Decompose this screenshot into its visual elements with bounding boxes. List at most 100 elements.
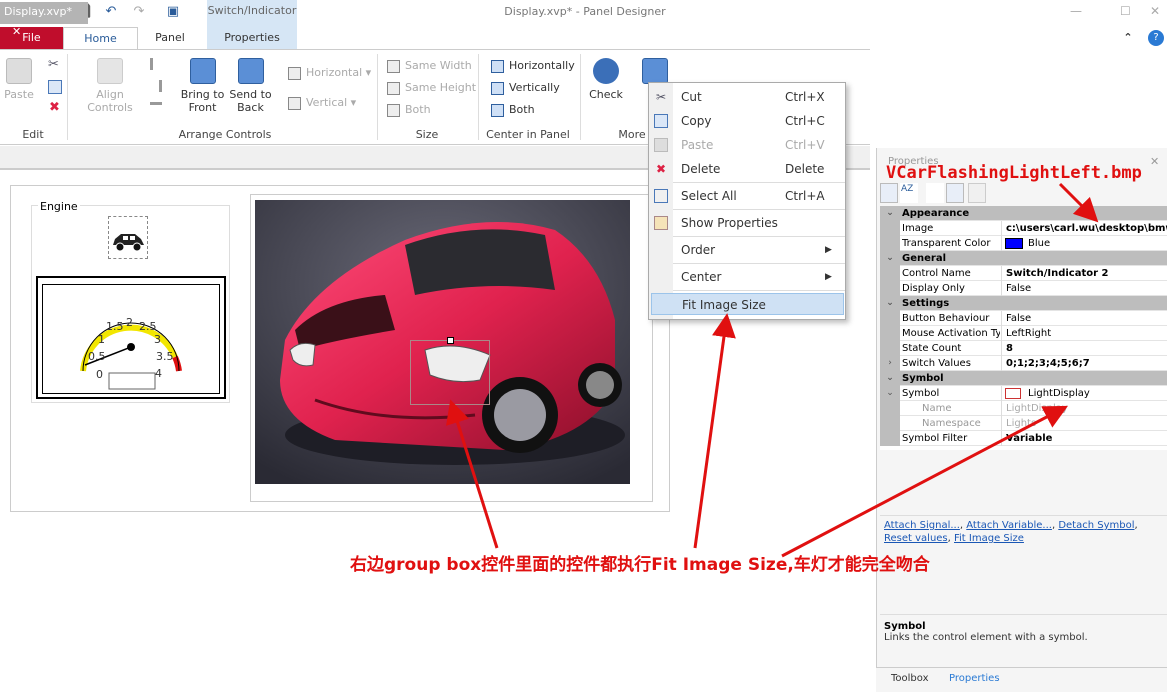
menu-item-shortcut: Ctrl+C — [785, 114, 825, 128]
menu-item-cut[interactable]: Cut Ctrl+X — [673, 86, 845, 108]
center-horizontally-button[interactable]: Horizontally — [491, 57, 575, 75]
document-tab-label: Display.xvp* — [4, 5, 72, 18]
category-appearance[interactable]: ⌄ Appearance — [880, 206, 1167, 221]
distribute-horizontal-button[interactable]: Horizontal ▾ — [288, 64, 371, 82]
headlight-selection[interactable] — [410, 340, 490, 405]
menu-item-paste[interactable]: Paste Ctrl+V — [673, 134, 845, 156]
menu-item-delete[interactable]: Delete Delete — [673, 158, 845, 180]
menu-item-copy[interactable]: Copy Ctrl+C — [673, 110, 845, 132]
property-row[interactable]: ⌄ Symbol LightDisplay — [880, 386, 1167, 401]
property-value[interactable]: False — [1001, 311, 1167, 326]
align-left-icon[interactable] — [150, 58, 162, 70]
category-settings[interactable]: ⌄ Settings — [880, 296, 1167, 311]
property-row[interactable]: Display Only False — [880, 281, 1167, 296]
attach-signal-link[interactable]: Attach Signal... — [884, 520, 960, 531]
maximize-icon[interactable]: ☐ — [1120, 4, 1131, 18]
reset-values-link[interactable]: Reset values — [884, 533, 948, 544]
document-tab[interactable]: Display.xvp* ✕ — [0, 2, 88, 38]
tab-home[interactable]: Home — [63, 27, 138, 49]
collapse-icon[interactable]: ⌄ — [880, 251, 900, 266]
property-row[interactable]: Control Name Switch/Indicator 2 — [880, 266, 1167, 281]
distribute-vertical-button[interactable]: Vertical ▾ — [288, 94, 356, 112]
send-to-back-button[interactable]: Send to Back — [228, 58, 273, 114]
property-row[interactable]: Name LightDisplay — [880, 401, 1167, 416]
events-icon[interactable] — [946, 183, 964, 203]
property-pages-icon[interactable] — [926, 183, 944, 203]
property-value[interactable]: 0;1;2;3;4;5;6;7 — [1001, 356, 1167, 371]
view-icon[interactable]: ▣ — [165, 4, 181, 20]
bring-to-front-button[interactable]: Bring to Front — [180, 58, 225, 114]
property-value[interactable]: Blue — [1001, 236, 1167, 251]
description-title: Symbol — [884, 621, 926, 632]
categorized-icon[interactable] — [880, 183, 898, 203]
redo-icon[interactable]: ↷ — [131, 4, 147, 20]
align-label-2: Controls — [87, 101, 133, 114]
property-value[interactable]: Switch/Indicator 2 — [1001, 266, 1167, 281]
collapse-icon[interactable]: ⌄ — [880, 296, 900, 311]
undo-icon[interactable]: ↶ — [103, 4, 119, 20]
property-row[interactable]: Transparent Color Blue — [880, 236, 1167, 251]
close-icon[interactable]: ✕ — [1150, 4, 1160, 18]
detach-symbol-link[interactable]: Detach Symbol — [1058, 520, 1134, 531]
menu-item-label: Show Properties — [681, 216, 778, 230]
property-row[interactable]: Namespace Lights — [880, 416, 1167, 431]
category-general[interactable]: ⌄ General — [880, 251, 1167, 266]
property-value[interactable]: LightDisplay — [1001, 386, 1167, 401]
menu-item-select-all[interactable]: Select All Ctrl+A — [673, 185, 845, 207]
paste-button[interactable]: Paste — [2, 58, 36, 101]
gauge-tick-label: 2.5 — [139, 320, 157, 333]
menu-item-order[interactable]: Order ▶ — [673, 239, 845, 261]
gauge-control[interactable] — [42, 284, 220, 394]
tab-properties-panel[interactable]: Properties — [949, 673, 1000, 684]
property-value[interactable]: LeftRight — [1001, 326, 1167, 341]
tab-properties[interactable]: Properties — [207, 27, 297, 49]
collapse-icon[interactable]: ⌄ — [880, 386, 900, 401]
tab-toolbox[interactable]: Toolbox — [891, 673, 929, 684]
align-controls-button[interactable]: Align Controls — [80, 58, 140, 114]
same-width-label: Same Width — [405, 59, 472, 72]
property-value[interactable]: False — [1001, 281, 1167, 296]
property-row[interactable]: › Switch Values 0;1;2;3;4;5;6;7 — [880, 356, 1167, 371]
gauge-dial — [80, 322, 182, 390]
center-both-button[interactable]: Both — [491, 101, 535, 119]
attach-variable-link[interactable]: Attach Variable... — [966, 520, 1052, 531]
car-indicator-control[interactable] — [108, 216, 148, 259]
check-button[interactable]: Check — [588, 58, 624, 101]
sort-alpha-icon[interactable]: AZ — [900, 183, 918, 203]
center-vertically-button[interactable]: Vertically — [491, 79, 560, 97]
same-width-button[interactable]: Same Width — [387, 57, 472, 75]
property-description: Symbol Links the control element with a … — [880, 619, 1167, 664]
selection-handle[interactable] — [447, 337, 454, 344]
property-value[interactable]: Variable — [1001, 431, 1167, 446]
cut-icon[interactable]: ✂ — [48, 57, 59, 72]
property-row[interactable]: Button Behaviour False — [880, 311, 1167, 326]
tab-panel[interactable]: Panel — [140, 27, 200, 49]
fit-image-size-link[interactable]: Fit Image Size — [954, 533, 1024, 544]
minimize-icon[interactable]: — — [1070, 4, 1082, 18]
property-value[interactable]: c:\users\carl.wu\desktop\bmw — [1001, 221, 1167, 236]
misc-icon[interactable] — [968, 183, 986, 203]
delete-icon[interactable]: ✖ — [49, 100, 60, 115]
collapse-ribbon-icon[interactable]: ⌃ — [1118, 27, 1138, 49]
property-row[interactable]: Symbol Filter Variable — [880, 431, 1167, 446]
menu-item-center[interactable]: Center ▶ — [673, 266, 845, 288]
document-tab-close-icon[interactable]: ✕ — [12, 25, 21, 38]
category-symbol[interactable]: ⌄ Symbol — [880, 371, 1167, 386]
properties-close-icon[interactable]: ✕ — [1150, 155, 1159, 168]
size-both-button[interactable]: Both — [387, 101, 431, 119]
align-top-icon[interactable] — [150, 102, 162, 114]
help-icon[interactable]: ? — [1148, 30, 1164, 46]
menu-item-show-properties[interactable]: Show Properties — [673, 212, 845, 234]
collapse-icon[interactable]: ⌄ — [880, 206, 900, 221]
menu-item-fit-image-size[interactable]: Fit Image Size — [651, 293, 844, 315]
properties-toolbar: AZ — [880, 183, 1167, 205]
same-height-button[interactable]: Same Height — [387, 79, 476, 97]
property-row[interactable]: State Count 8 — [880, 341, 1167, 356]
expand-icon[interactable]: › — [880, 356, 900, 371]
property-row[interactable]: Image c:\users\carl.wu\desktop\bmw — [880, 221, 1167, 236]
property-row[interactable]: Mouse Activation Typ LeftRight — [880, 326, 1167, 341]
copy-icon[interactable] — [48, 80, 62, 94]
property-value[interactable]: 8 — [1001, 341, 1167, 356]
align-right-icon[interactable] — [150, 80, 162, 92]
collapse-icon[interactable]: ⌄ — [880, 371, 900, 386]
